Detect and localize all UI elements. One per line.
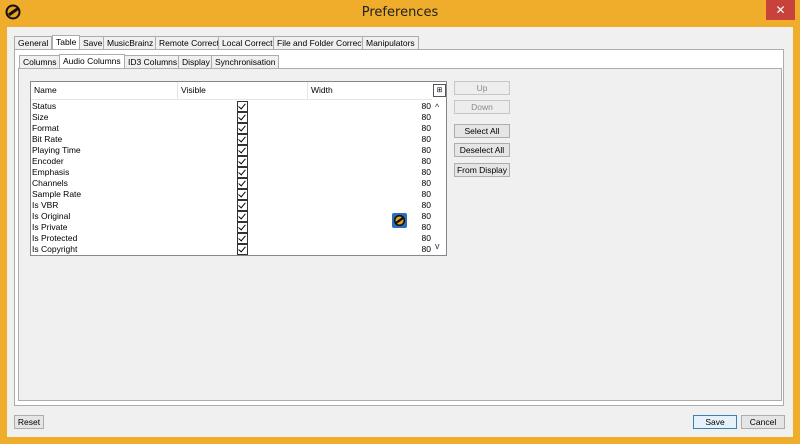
from-display-button[interactable]: From Display (454, 163, 510, 177)
row-name: Is VBR (32, 200, 59, 210)
visible-checkbox[interactable] (237, 156, 248, 167)
table-row[interactable]: Playing Time 80 (31, 145, 431, 156)
visible-checkbox[interactable] (237, 244, 248, 255)
save-button[interactable]: Save (693, 415, 737, 429)
visible-checkbox[interactable] (237, 178, 248, 189)
row-width[interactable]: 80 (411, 178, 431, 189)
row-width[interactable]: 80 (411, 189, 431, 200)
visible-checkbox[interactable] (237, 222, 248, 233)
table-row[interactable]: Emphasis 80 (31, 167, 431, 178)
row-width[interactable]: 80 (411, 222, 431, 233)
select-all-button[interactable]: Select All (454, 124, 510, 138)
vertical-scrollbar[interactable]: ^ v (432, 99, 446, 255)
tab-general[interactable]: General (14, 36, 53, 49)
tab-display[interactable]: Display (178, 55, 214, 68)
row-name: Size (32, 112, 49, 122)
tab-audio-columns[interactable]: Audio Columns (59, 54, 125, 68)
table-row[interactable]: Is Copyright 80 (31, 244, 431, 255)
row-width[interactable]: 80 (411, 156, 431, 167)
window-title: Preferences (361, 5, 439, 20)
tab-local-correct[interactable]: Local Correct (218, 36, 277, 49)
up-button[interactable]: Up (454, 81, 510, 95)
table-row[interactable]: Is VBR 80 (31, 200, 431, 211)
drag-cursor-logo-icon (392, 213, 407, 228)
table-row[interactable]: Size 80 (31, 112, 431, 123)
visible-checkbox[interactable] (237, 189, 248, 200)
table-row[interactable]: Encoder 80 (31, 156, 431, 167)
row-name: Bit Rate (32, 134, 63, 144)
cancel-button[interactable]: Cancel (741, 415, 785, 429)
tab-id3-columns[interactable]: ID3 Columns (124, 55, 182, 68)
visible-checkbox[interactable] (237, 101, 248, 112)
row-name: Status (32, 101, 57, 111)
visible-checkbox[interactable] (237, 211, 248, 222)
row-width[interactable]: 80 (411, 123, 431, 134)
visible-checkbox[interactable] (237, 233, 248, 244)
row-width[interactable]: 80 (411, 134, 431, 145)
close-button[interactable]: ✕ (766, 0, 795, 20)
tab-musicbrainz[interactable]: MusicBrainz (103, 36, 158, 49)
visible-checkbox[interactable] (237, 200, 248, 211)
tab-columns[interactable]: Columns (19, 55, 61, 68)
row-width[interactable]: 80 (411, 211, 431, 222)
row-name: Is Private (32, 222, 68, 232)
visible-checkbox[interactable] (237, 112, 248, 123)
audio-columns-table[interactable]: Name Visible Width ⊞ Status 80 Size 80 Forma… (30, 81, 447, 256)
row-name: Format (32, 123, 59, 133)
visible-checkbox[interactable] (237, 134, 248, 145)
row-width[interactable]: 80 (411, 145, 431, 156)
table-row[interactable]: Sample Rate 80 (31, 189, 431, 200)
table-header: Name Visible Width (31, 82, 446, 100)
row-name: Playing Time (32, 145, 81, 155)
column-chooser-icon[interactable]: ⊞ (433, 84, 446, 97)
column-header-width[interactable]: Width (308, 82, 431, 99)
row-name: Encoder (32, 156, 64, 166)
tab-table[interactable]: Table (52, 35, 81, 49)
row-name: Is Protected (32, 233, 78, 243)
tab-manipulators[interactable]: Manipulators (362, 36, 419, 49)
scroll-down-icon[interactable]: v (435, 241, 440, 251)
deselect-all-button[interactable]: Deselect All (454, 143, 510, 157)
reset-button[interactable]: Reset (14, 415, 44, 429)
visible-checkbox[interactable] (237, 123, 248, 134)
column-header-name[interactable]: Name (31, 82, 178, 99)
row-name: Emphasis (32, 167, 70, 177)
visible-checkbox[interactable] (237, 167, 248, 178)
table-row[interactable]: Bit Rate 80 (31, 134, 431, 145)
row-width[interactable]: 80 (411, 101, 431, 112)
row-name: Is Copyright (32, 244, 78, 254)
row-width[interactable]: 80 (411, 244, 431, 255)
tab-remote-correct[interactable]: Remote Correct (155, 36, 223, 49)
row-name: Channels (32, 178, 68, 188)
row-name: Sample Rate (32, 189, 82, 199)
column-header-visible[interactable]: Visible (178, 82, 308, 99)
table-row[interactable]: Status 80 (31, 101, 431, 112)
down-button[interactable]: Down (454, 100, 510, 114)
tab-synchronisation[interactable]: Synchronisation (211, 55, 280, 68)
table-row[interactable]: Is Protected 80 (31, 233, 431, 244)
row-name: Is Original (32, 211, 71, 221)
row-width[interactable]: 80 (411, 200, 431, 211)
table-row[interactable]: Is Original 80 (31, 211, 431, 222)
row-width[interactable]: 80 (411, 112, 431, 123)
table-row[interactable]: Channels 80 (31, 178, 431, 189)
table-row[interactable]: Format 80 (31, 123, 431, 134)
tab-file-folder-correct[interactable]: File and Folder Correct (273, 36, 368, 49)
row-width[interactable]: 80 (411, 233, 431, 244)
visible-checkbox[interactable] (237, 145, 248, 156)
row-width[interactable]: 80 (411, 167, 431, 178)
scroll-up-icon[interactable]: ^ (435, 102, 439, 112)
title-bar[interactable]: Preferences ✕ (0, 0, 800, 27)
table-row[interactable]: Is Private 80 (31, 222, 431, 233)
